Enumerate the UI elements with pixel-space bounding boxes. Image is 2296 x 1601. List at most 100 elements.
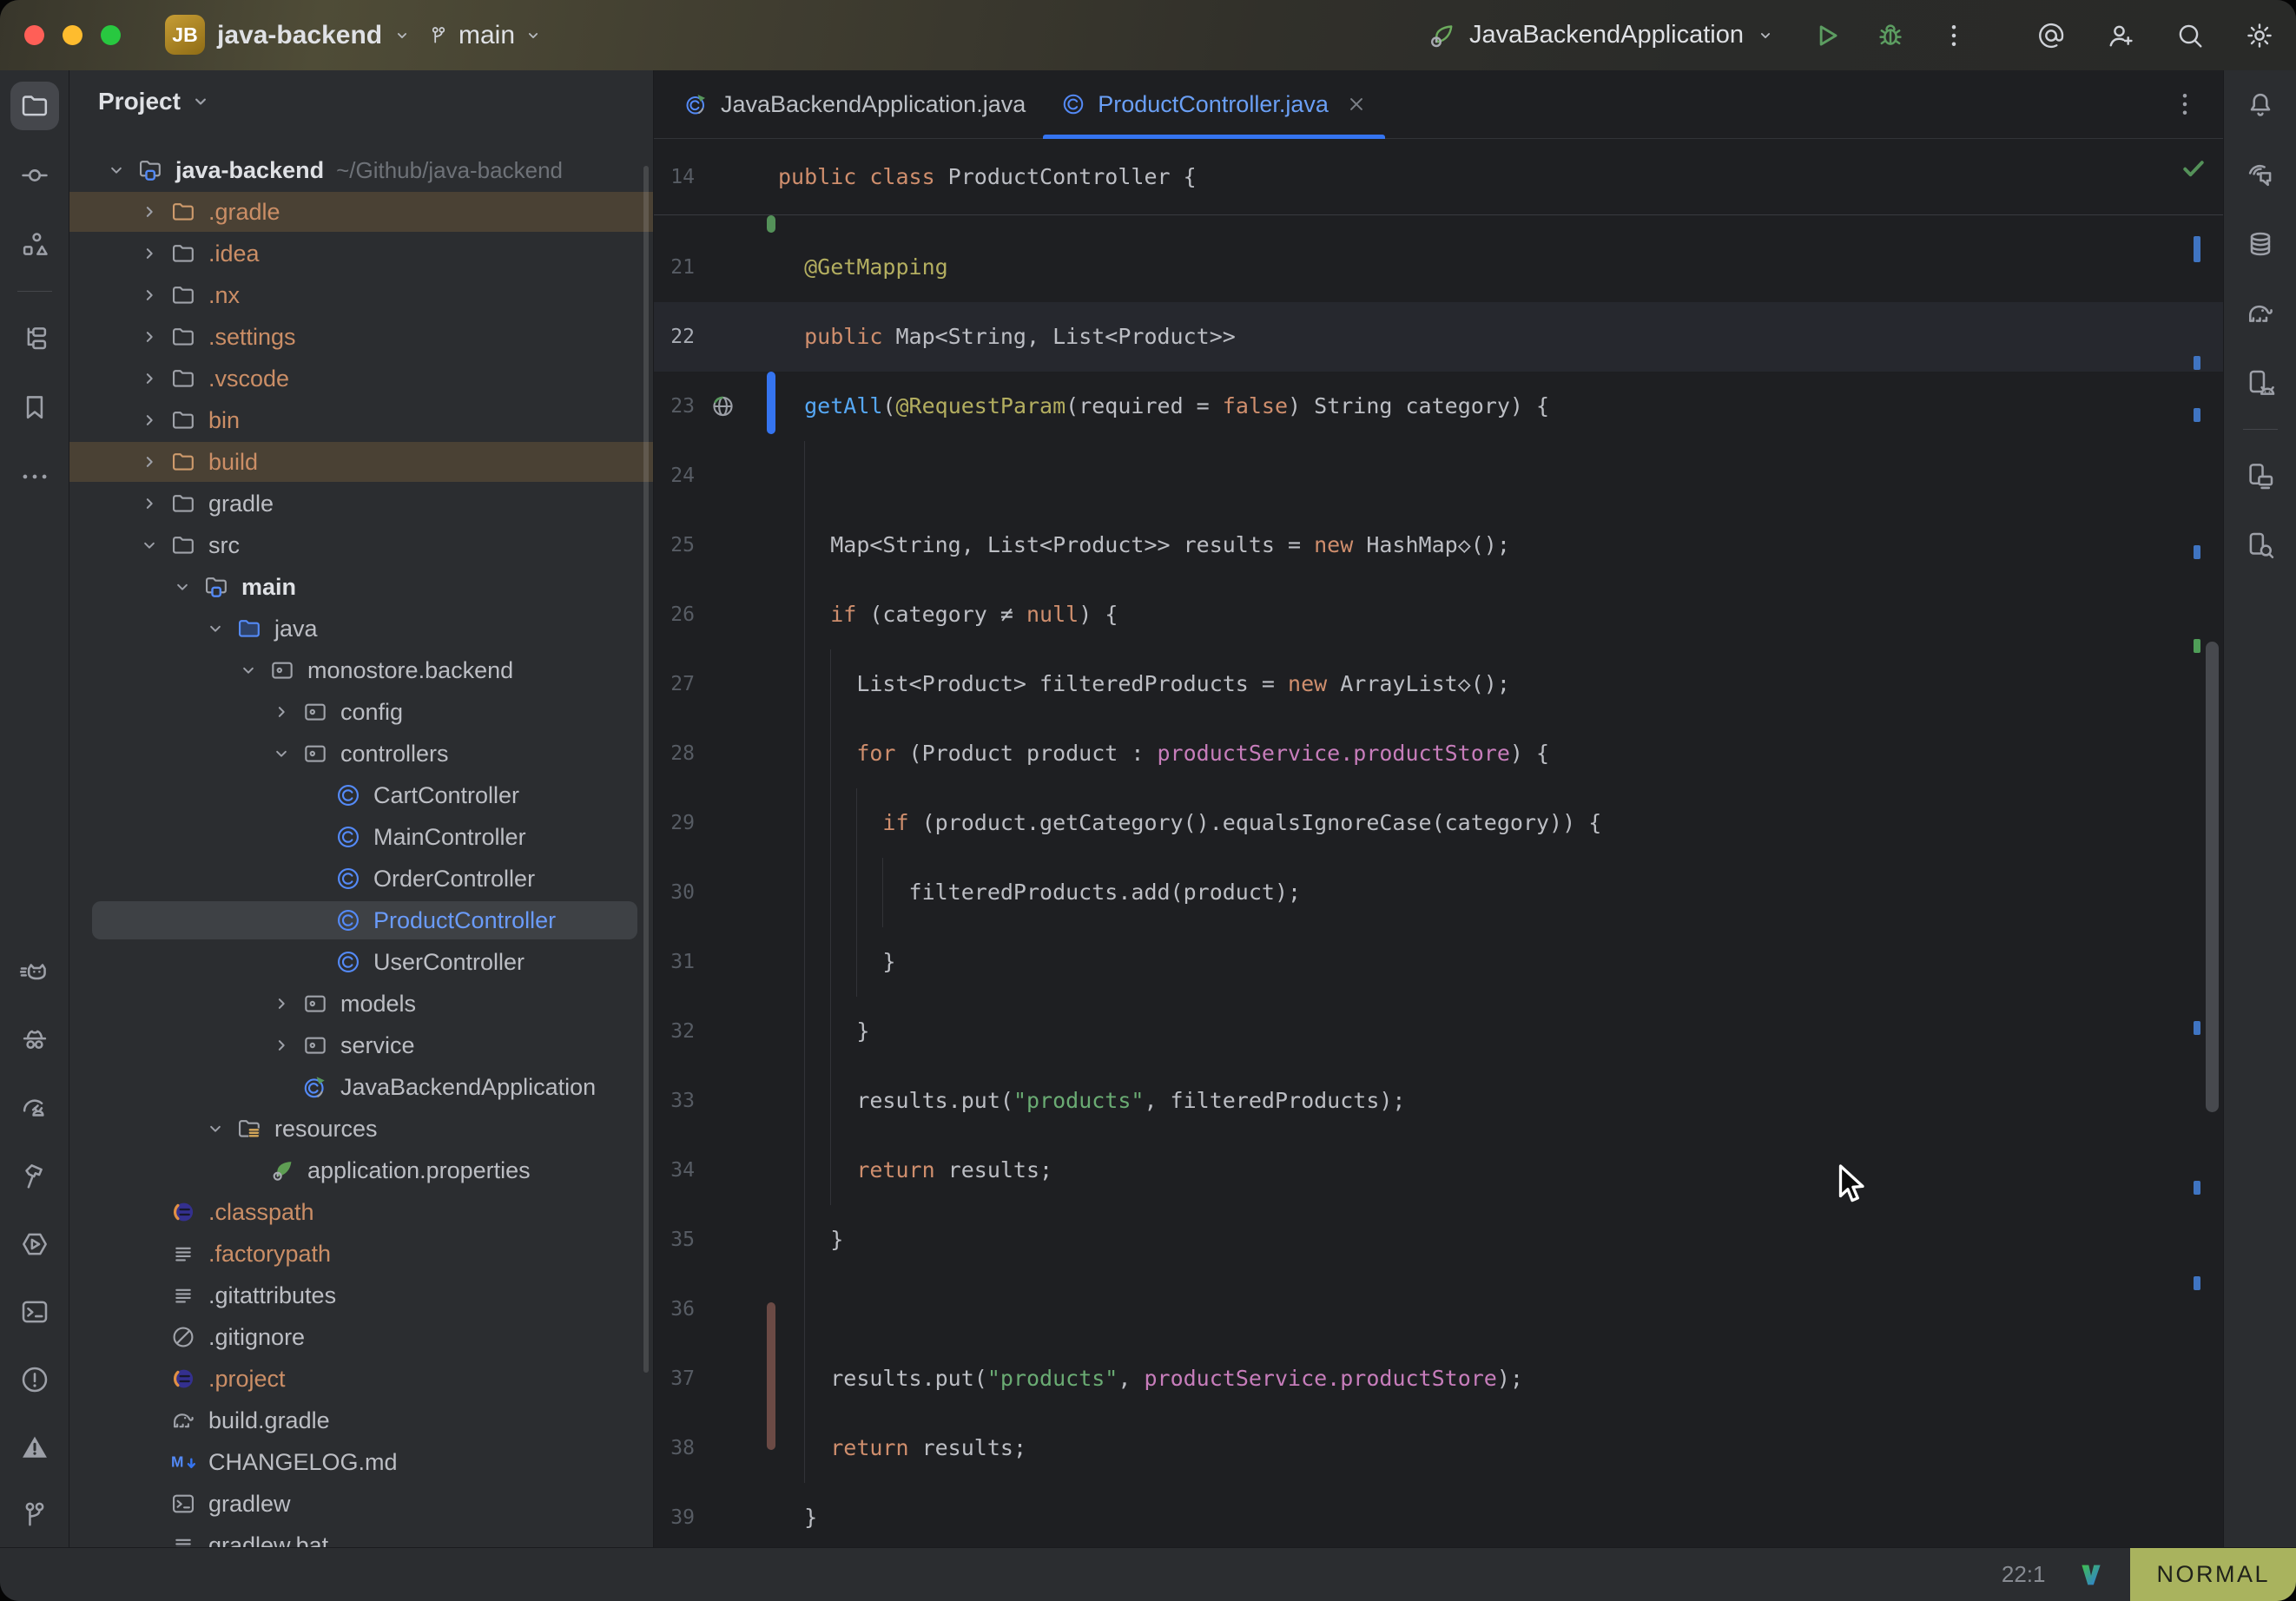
code-line-36[interactable]: 36 (654, 1275, 2223, 1344)
chevron-down-icon[interactable] (237, 657, 268, 683)
tree-item-main[interactable]: main (69, 566, 653, 608)
code-line-29[interactable]: 29 if (product.getCategory().equalsIgnor… (654, 788, 2223, 858)
run-configuration[interactable]: JavaBackendApplication (1469, 21, 1744, 49)
tree-item-resources[interactable]: resources (69, 1108, 653, 1150)
tree-item-ordercontroller[interactable]: OrderController (69, 858, 653, 899)
code-line-35[interactable]: 35 } (654, 1205, 2223, 1275)
code-line-27[interactable]: 27 List<Product> filteredProducts = new … (654, 649, 2223, 719)
chevron-down-icon[interactable] (138, 532, 169, 558)
tree-item-gradlew-bat[interactable]: gradlew.bat (69, 1525, 653, 1547)
error-stripe-mark[interactable] (2194, 639, 2200, 653)
tool-button-gradle[interactable] (2236, 289, 2285, 338)
editor-tab-javabackendapplication-java[interactable]: JavaBackendApplication.java (666, 70, 1043, 138)
tool-button-services[interactable] (10, 1220, 59, 1268)
tree-item-controllers[interactable]: controllers (69, 733, 653, 774)
tree-item-service[interactable]: service (69, 1025, 653, 1066)
tool-button-problems[interactable] (10, 1355, 59, 1404)
debug-button-icon[interactable] (1874, 19, 1907, 52)
chevron-down-icon[interactable] (204, 1116, 235, 1142)
chevron-right-icon[interactable] (138, 407, 169, 433)
tool-button-device-explorer[interactable] (2236, 521, 2285, 570)
code-line-34[interactable]: 34 return results; (654, 1136, 2223, 1205)
close-tab-icon[interactable] (1345, 93, 1368, 115)
editor-scrollbar-thumb[interactable] (2206, 642, 2219, 1112)
tool-button-warnings[interactable] (10, 1423, 59, 1472)
code-viewport[interactable]: 21 @GetMapping22 public Map<String, List… (654, 215, 2223, 1547)
vcs-added-marker[interactable] (767, 215, 775, 233)
tree-item--gitattributes[interactable]: .gitattributes (69, 1275, 653, 1316)
code-line-39[interactable]: 39 } (654, 1483, 2223, 1547)
editor-tab-productcontroller-java[interactable]: ProductController.java (1043, 70, 1385, 138)
tree-item-bin[interactable]: bin (69, 399, 653, 441)
tree-item-java-backend[interactable]: java-backend~/Github/java-backend (69, 149, 653, 191)
chevron-down-icon[interactable] (270, 741, 301, 767)
tool-button-project[interactable] (10, 82, 59, 130)
tree-item--gradle[interactable]: .gradle (69, 191, 653, 233)
code-line-37[interactable]: 37 results.put("products", productServic… (654, 1344, 2223, 1413)
tree-item-productcontroller[interactable]: ProductController (69, 899, 653, 941)
tree-item-cartcontroller[interactable]: CartController (69, 774, 653, 816)
tree-item--nx[interactable]: .nx (69, 274, 653, 316)
error-stripe-mark[interactable] (2194, 1021, 2200, 1035)
tree-item-javabackendapplication[interactable]: JavaBackendApplication (69, 1066, 653, 1108)
vcs-modified-marker[interactable] (767, 372, 775, 434)
vim-mode-badge[interactable]: NORMAL (2130, 1548, 2296, 1601)
tool-button-device-mirror[interactable] (2236, 451, 2285, 500)
tree-item-build-gradle[interactable]: build.gradle (69, 1400, 653, 1441)
code-line-21[interactable]: 21 @GetMapping (654, 233, 2223, 302)
tree-item-gradle[interactable]: gradle (69, 483, 653, 524)
tool-button-profiler[interactable] (10, 1084, 59, 1133)
inspections-ok-icon[interactable] (2178, 153, 2209, 184)
settings-gear-icon[interactable] (2244, 20, 2275, 51)
project-selector[interactable]: java-backend (217, 0, 412, 70)
vcs-whitespace-modified-marker[interactable] (767, 1302, 775, 1450)
error-stripe-mark[interactable] (2194, 1276, 2200, 1290)
chevron-right-icon[interactable] (138, 449, 169, 475)
tree-item-config[interactable]: config (69, 691, 653, 733)
chevron-right-icon[interactable] (270, 991, 301, 1017)
more-actions-icon[interactable] (1938, 20, 1969, 51)
tree-item--gitignore[interactable]: .gitignore (69, 1316, 653, 1358)
chevron-down-icon[interactable] (204, 616, 235, 642)
tree-item--idea[interactable]: .idea (69, 233, 653, 274)
zoom-button[interactable] (101, 25, 121, 45)
chevron-right-icon[interactable] (138, 282, 169, 308)
tool-button-version-control[interactable] (10, 1491, 59, 1539)
tree-item-build[interactable]: build (69, 441, 653, 483)
search-everywhere-icon[interactable] (2174, 20, 2206, 51)
code-line-33[interactable]: 33 results.put("products", filteredProdu… (654, 1066, 2223, 1136)
branch-selector[interactable]: main (427, 0, 543, 70)
tool-button-ai-cat[interactable] (10, 949, 59, 998)
chevron-down-icon[interactable] (171, 574, 202, 600)
chevron-right-icon[interactable] (138, 199, 169, 225)
error-stripe-mark[interactable] (2194, 356, 2200, 370)
tool-button-more-tools[interactable] (10, 452, 59, 501)
chevron-right-icon[interactable] (138, 240, 169, 267)
run-button-icon[interactable] (1810, 19, 1843, 52)
editor-options-icon[interactable] (2169, 89, 2200, 120)
tool-button-hierarchy[interactable] (10, 313, 59, 362)
error-stripe-mark[interactable] (2194, 1181, 2200, 1195)
error-stripe-mark[interactable] (2194, 545, 2200, 559)
tree-item--settings[interactable]: .settings (69, 316, 653, 358)
tool-button-notifications[interactable] (2236, 81, 2285, 129)
code-line-28[interactable]: 28 for (Product product : productService… (654, 719, 2223, 788)
code-line-38[interactable]: 38 return results; (654, 1413, 2223, 1483)
editor-area[interactable]: JavaBackendApplication.javaProductContro… (654, 70, 2223, 1547)
chevron-right-icon[interactable] (270, 1032, 301, 1058)
code-line-31[interactable]: 31 } (654, 927, 2223, 997)
minimize-button[interactable] (63, 25, 82, 45)
code-line-30[interactable]: 30 filteredProducts.add(product); (654, 858, 2223, 927)
chevron-right-icon[interactable] (138, 491, 169, 517)
tree-item--vscode[interactable]: .vscode (69, 358, 653, 399)
project-tree-scrollbar[interactable] (643, 166, 649, 1373)
chevron-right-icon[interactable] (138, 366, 169, 392)
tool-button-structure[interactable] (10, 221, 59, 269)
code-line-22[interactable]: 22 public Map<String, List<Product>> (654, 302, 2223, 372)
tree-item-maincontroller[interactable]: MainController (69, 816, 653, 858)
tool-button-database[interactable] (2236, 220, 2285, 268)
tool-button-running-devices[interactable] (2236, 359, 2285, 407)
tree-item-changelog-md[interactable]: MCHANGELOG.md (69, 1441, 653, 1483)
chevron-down-icon[interactable] (105, 157, 136, 183)
ai-at-icon[interactable] (2035, 20, 2067, 51)
